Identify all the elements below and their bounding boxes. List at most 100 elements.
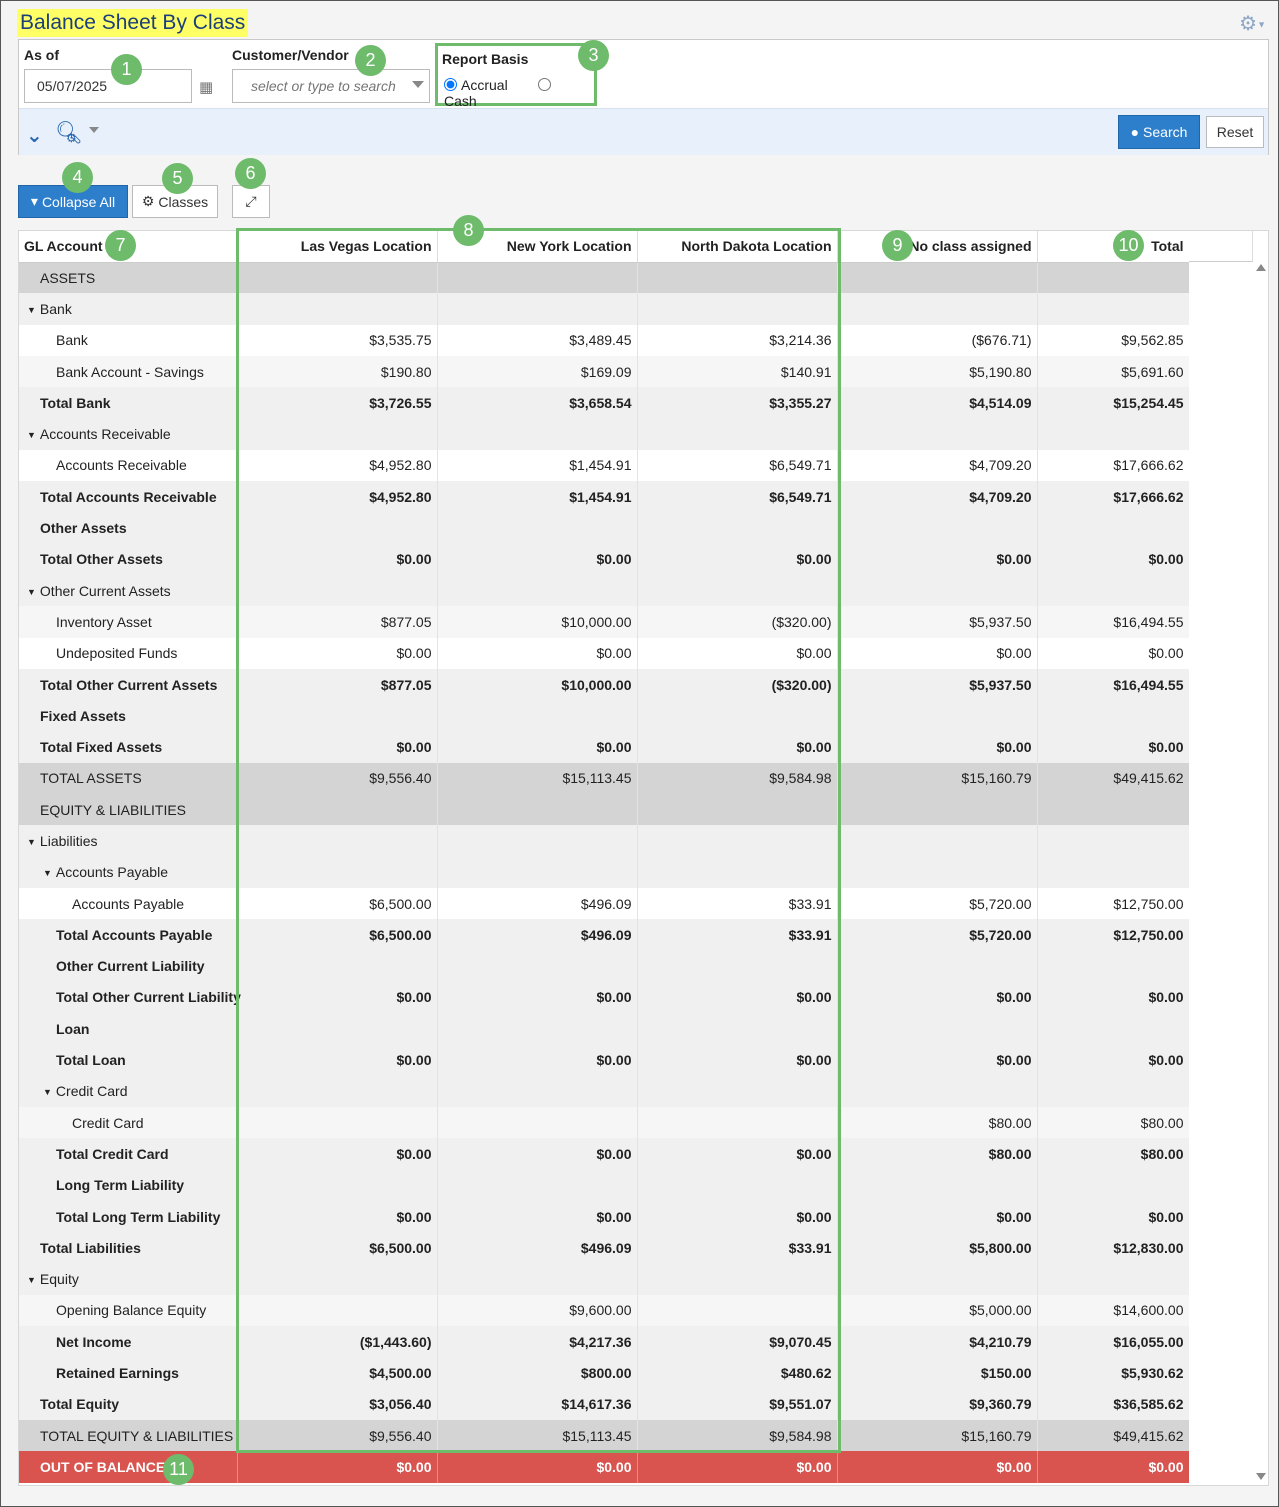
accrual-label: Accrual [461, 77, 508, 93]
account-label: OUT OF BALANCE [40, 1458, 166, 1475]
callout-marker: 11 [163, 1454, 194, 1485]
chevron-down-icon[interactable] [412, 81, 424, 88]
callout-marker: 3 [578, 40, 609, 71]
amount-cell: $0.00 [1037, 1451, 1190, 1483]
search-settings-icon[interactable]: 🔍︎ ⚙ [55, 120, 83, 146]
amount-cell [237, 1075, 438, 1108]
settings-gear-icon[interactable]: ⚙▼ [1239, 11, 1266, 36]
header-north-dakota[interactable]: North Dakota Location [637, 231, 838, 263]
account-cell: Retained Earnings [19, 1357, 238, 1389]
total-row: Total Accounts Receivable $4,952.80 $1,454… [19, 481, 1190, 513]
total-row: Other Current Liability [19, 950, 1190, 982]
cash-radio[interactable] [537, 78, 551, 91]
account-label: Accounts Payable [72, 895, 185, 912]
fullscreen-button[interactable]: ⤢ [232, 185, 270, 218]
scroll-up-icon[interactable] [1256, 264, 1266, 271]
as-of-date-input[interactable] [24, 69, 192, 103]
amount-cell: $800.00 [437, 1357, 638, 1389]
amount-cell [1037, 794, 1190, 826]
amount-cell [1037, 1263, 1190, 1295]
amount-cell: $5,720.00 [837, 919, 1038, 951]
amount-cell [237, 574, 438, 607]
account-cell[interactable]: ▼ Credit Card [19, 1075, 238, 1108]
amount-cell: $6,549.71 [637, 449, 838, 482]
amount-cell [837, 1263, 1038, 1295]
search-settings-caret-icon[interactable] [89, 127, 99, 133]
group-row[interactable]: ▼ Accounts Payable [19, 856, 1190, 888]
collapse-toggle-icon[interactable]: ▼ [27, 430, 36, 440]
account-cell[interactable]: ▼ Accounts Receivable [19, 418, 238, 450]
amount-cell: $0.00 [237, 1200, 438, 1233]
amount-cell: $5,800.00 [837, 1232, 1038, 1264]
total-row: Net Income ($1,443.60) $4,217.36 $9,070.45 $… [19, 1326, 1190, 1358]
account-cell[interactable]: ▼ Accounts Payable [19, 856, 238, 888]
amount-cell [237, 262, 438, 294]
group-row[interactable]: ▼ Accounts Receivable [19, 418, 1190, 450]
account-cell: Bank Account - Savings [19, 355, 238, 388]
accrual-radio[interactable] [444, 78, 457, 91]
amount-cell: $0.00 [237, 981, 438, 1014]
amount-cell: $9,584.98 [637, 1419, 838, 1452]
amount-cell: $480.62 [637, 1357, 838, 1389]
amount-cell: $3,535.75 [237, 324, 438, 356]
header-las-vegas[interactable]: Las Vegas Location [237, 231, 438, 263]
accrual-option[interactable]: Accrual [444, 77, 508, 93]
report-table: GL Account Las Vegas Location New York L… [19, 231, 1190, 1483]
collapse-toggle-icon[interactable]: ▼ [27, 837, 36, 847]
amount-cell: $0.00 [437, 1044, 638, 1076]
scroll-down-icon[interactable] [1256, 1473, 1266, 1480]
header-no-class[interactable]: No class assigned [837, 231, 1038, 263]
account-cell: Fixed Assets [19, 700, 238, 732]
amount-cell: $15,160.79 [837, 762, 1038, 795]
amount-cell [637, 293, 838, 325]
out-of-balance-row: OUT OF BALANCE $0.00 $0.00 $0.00 $0.00 $0.00 [19, 1451, 1190, 1483]
amount-cell: $5,937.50 [837, 606, 1038, 638]
callout-marker: 10 [1113, 230, 1144, 261]
amount-cell: $0.00 [237, 637, 438, 669]
account-label: Undeposited Funds [56, 645, 178, 662]
amount-cell: $15,113.45 [437, 762, 638, 795]
account-cell[interactable]: ▼ Other Current Assets [19, 574, 238, 607]
group-row[interactable]: ▼ Other Current Assets [19, 574, 1190, 607]
collapse-toggle-icon[interactable]: ▼ [27, 305, 36, 315]
amount-cell: $9,556.40 [237, 1419, 438, 1452]
collapse-toggle-icon[interactable]: ▼ [43, 868, 52, 878]
amount-cell: $0.00 [637, 981, 838, 1014]
cash-label: Cash [444, 93, 477, 109]
account-label: Total Other Current Assets [40, 676, 218, 693]
amount-cell: $0.00 [837, 1451, 1038, 1483]
search-button[interactable]: ● Search [1118, 115, 1200, 149]
account-cell: OUT OF BALANCE [19, 1451, 238, 1483]
reset-button[interactable]: Reset [1206, 116, 1264, 148]
table-row: Accounts Receivable $4,952.80 $1,454.91 $6,… [19, 449, 1190, 482]
calendar-icon[interactable]: ▦ [199, 78, 213, 96]
amount-cell: $5,691.60 [1037, 355, 1190, 388]
collapse-toggle-icon[interactable]: ▼ [27, 1275, 36, 1285]
collapse-toggle-icon[interactable]: ▼ [43, 1087, 52, 1097]
amount-cell: $36,585.62 [1037, 1388, 1190, 1420]
amount-cell: $4,952.80 [237, 449, 438, 482]
amount-cell [837, 856, 1038, 888]
account-cell[interactable]: ▼ Equity [19, 1263, 238, 1295]
amount-cell [237, 1263, 438, 1295]
expand-filters-chevron-icon[interactable]: ⌄ [26, 123, 43, 148]
amount-cell: $5,000.00 [837, 1294, 1038, 1327]
amount-cell: ($320.00) [637, 668, 838, 701]
amount-cell [437, 1263, 638, 1295]
title-bar: Balance Sheet By Class [17, 9, 249, 37]
group-row[interactable]: ▼ Equity [19, 1263, 1190, 1295]
report-basis-options: Accrual Cash [444, 77, 594, 109]
amount-cell [637, 1013, 838, 1045]
amount-cell [837, 700, 1038, 732]
amount-cell [837, 825, 1038, 857]
group-row[interactable]: ▼ Credit Card [19, 1075, 1190, 1108]
account-cell[interactable]: ▼ Bank [19, 293, 238, 325]
account-cell[interactable]: ▼ Liabilities [19, 825, 238, 857]
account-cell: Net Income [19, 1326, 238, 1358]
amount-cell: $12,830.00 [1037, 1232, 1190, 1264]
customer-vendor-input[interactable] [232, 69, 430, 103]
collapse-toggle-icon[interactable]: ▼ [27, 587, 36, 597]
group-row[interactable]: ▼ Bank [19, 293, 1190, 325]
amount-cell [837, 794, 1038, 826]
group-row[interactable]: ▼ Liabilities [19, 825, 1190, 857]
